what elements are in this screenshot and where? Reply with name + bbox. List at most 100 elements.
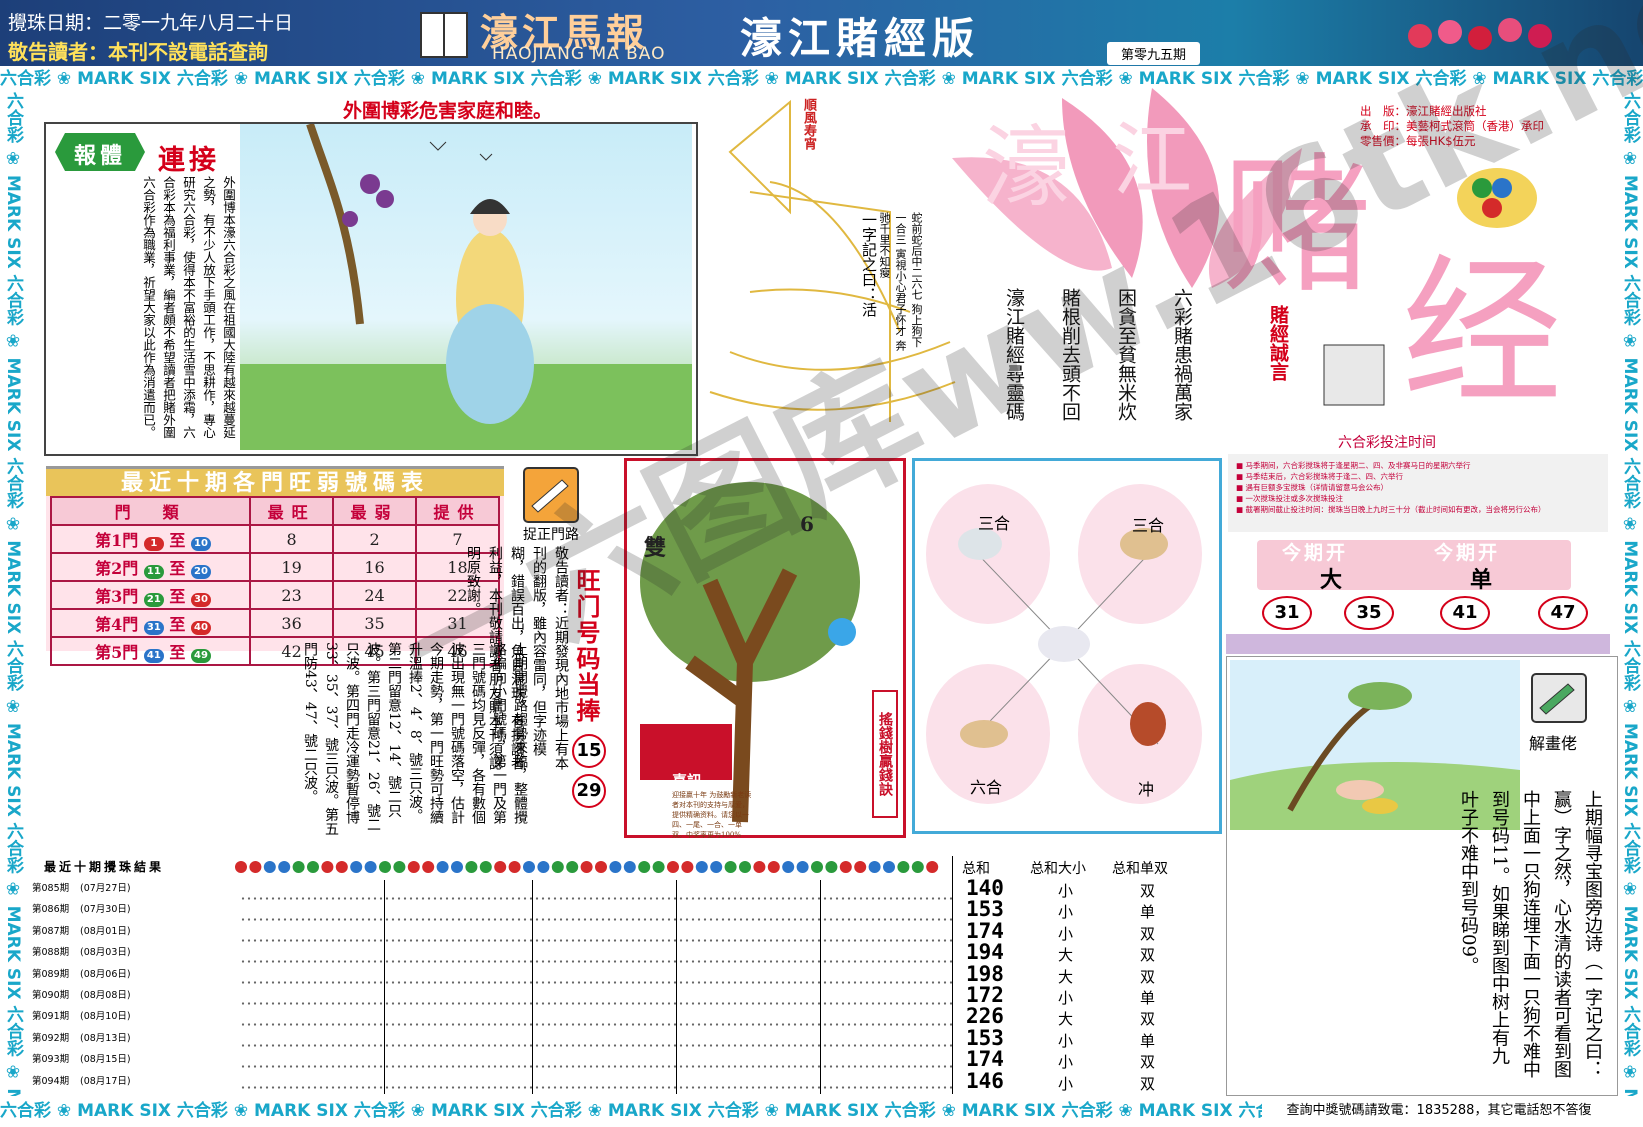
hot-cell: 23 (249, 580, 335, 610)
number-ball (811, 861, 823, 873)
door-cell: 第3門 21 至 30 (49, 580, 252, 610)
result-sum: 153 (966, 897, 1004, 922)
border-bottom: 六合彩 ❀ MARK SIX 六合彩 ❀ MARK SIX 六合彩 ❀ MARK… (0, 1101, 1262, 1121)
number-ball (681, 861, 694, 873)
ball-badge: 40 (191, 621, 211, 635)
number-ball (595, 861, 607, 873)
result-size: 小 (1058, 924, 1074, 943)
schedule-line: ■ 截署期间截止投注时间：搅珠当日晚上九时三十分（截止时间如有更改，当会将另行公… (1236, 505, 1546, 514)
this-issue-title: 今期开 (1282, 542, 1349, 564)
door-cell: 第1門 1 至 10 (49, 524, 252, 554)
number-ball (868, 861, 881, 873)
size-header: 总和大小 (1030, 861, 1086, 877)
result-date: (08月06日) (80, 968, 131, 980)
number-ball (753, 861, 766, 873)
result-parity: 单 (1140, 989, 1156, 1007)
fairy-illustration (240, 124, 692, 450)
result-sum: 174 (966, 918, 1004, 943)
divider-bar (1226, 634, 1610, 654)
number-ball (724, 861, 737, 873)
no-phone-notice: 敬告讀者：本刊不設電話查詢 (8, 40, 268, 64)
number-ball (350, 861, 363, 873)
number-ball (436, 861, 449, 873)
border-left: 六合彩 ❀ MARK SIX 六合彩 ❀ MARK SIX 六合彩 ❀ MARK… (3, 92, 23, 1096)
number-ball (379, 861, 391, 873)
door-cell: 第2門 11 至 20 (49, 552, 252, 582)
result-parity: 双 (1140, 924, 1156, 943)
number-ball (451, 861, 463, 873)
svg-text:经: 经 (1402, 239, 1562, 426)
number-ball (465, 861, 478, 873)
number-ball (263, 861, 276, 873)
door-cell: 第4門 31 至 40 (49, 608, 252, 638)
result-date: (08月13日) (80, 1032, 131, 1044)
result-parity: 双 (1140, 1074, 1156, 1093)
column-divider (676, 880, 677, 1094)
result-sum: 174 (966, 1047, 1004, 1072)
number-ball (897, 861, 910, 873)
number-ball (580, 861, 593, 873)
number-ball (739, 861, 751, 873)
door-label: 第1門 (95, 531, 139, 550)
ball-badge: 20 (191, 565, 211, 579)
col-header: 最旺 (249, 496, 335, 526)
number-ball (364, 861, 377, 873)
results-title: 最近十期攪珠結果 (44, 860, 165, 874)
result-parity: 单 (1140, 1031, 1156, 1050)
number-ball (407, 861, 420, 873)
result-date: (08月15日) (80, 1054, 131, 1066)
result-size: 小 (1058, 1031, 1074, 1050)
result-size: 小 (1058, 1053, 1074, 1072)
paper-roman: HAOJIANG MA BAO (492, 44, 666, 64)
result-size: 小 (1058, 989, 1074, 1007)
result-parity: 双 (1140, 1010, 1156, 1029)
edition-title: 濠江賭經版 (740, 14, 981, 63)
good-news-text: 迎接贏十年 为鼓勵新老读者对本刊的支持与厚爱，提供精确资料。请您以一四、一尾、一… (672, 791, 752, 839)
number-ball (638, 861, 651, 873)
column-divider (532, 880, 533, 1094)
number-ball (710, 861, 723, 873)
result-date: (07月30日) (80, 904, 131, 916)
result-date: (08月08日) (80, 990, 131, 1001)
col-header: 最弱 (332, 496, 418, 526)
number-ball (393, 861, 406, 873)
result-date: (07月27日) (80, 883, 131, 894)
zodiac-flower (926, 484, 1202, 804)
schedule-line: ■ 马季结束后，六合彩搅珠将于逢二、四、六举行 (1236, 472, 1403, 481)
result-parity: 双 (1140, 967, 1156, 986)
result-date: (08月17日) (80, 1075, 131, 1087)
schedule-box: ■ 马季期间，六合彩搅珠将于逢星期二、四、及非赛马日的星期六举行 ■ 马季结束后… (1228, 454, 1608, 532)
odd-even-value: 单 (1470, 567, 1493, 593)
hotline-notice: 查詢中獎號碼請致電：1835288，其它電話恕不答復 (1286, 1103, 1592, 1118)
zodiac-label: 三合 (978, 514, 1011, 533)
ball-badge: 21 (143, 593, 164, 607)
hot-number: 29 (572, 774, 606, 808)
result-parity: 单 (1140, 903, 1156, 922)
result-parity: 双 (1140, 1053, 1156, 1072)
good-news-title: 喜訊 (672, 772, 703, 790)
hot-table-title: 最近十期各門旺弱號碼表 (46, 466, 504, 498)
col-header: 門 類 (49, 496, 252, 526)
result-period: 第092期 (32, 1032, 70, 1044)
schedule-line: ■ 一次搅珠投注或多次搅珠投注 (1236, 494, 1343, 503)
riddle-text: 上期幅寻宝图旁边诗（一字记之曰：赢）字之然，心水清的读者可看到图中上面一只狗连埋… (1458, 790, 1603, 1078)
number-ball (494, 861, 507, 873)
number-ball (321, 861, 334, 873)
number-ball (623, 861, 636, 873)
column-divider (952, 856, 953, 1094)
result-period: 第085期 (32, 883, 70, 894)
number-ball (537, 861, 550, 873)
ball-badge: 1 (143, 537, 164, 551)
result-sum: 140 (966, 876, 1004, 900)
result-period: 第094期 (32, 1075, 70, 1087)
number-ball (652, 861, 665, 873)
number-ball (566, 861, 579, 873)
writing-hand-icon (1531, 673, 1587, 723)
number-ball (278, 861, 291, 873)
number-ball (422, 861, 435, 873)
number-ball (479, 861, 492, 873)
door-label: 第3門 (95, 587, 139, 606)
serial-label: 連接 (158, 145, 220, 176)
number-ball (782, 861, 795, 873)
result-sum: 194 (966, 940, 1004, 965)
